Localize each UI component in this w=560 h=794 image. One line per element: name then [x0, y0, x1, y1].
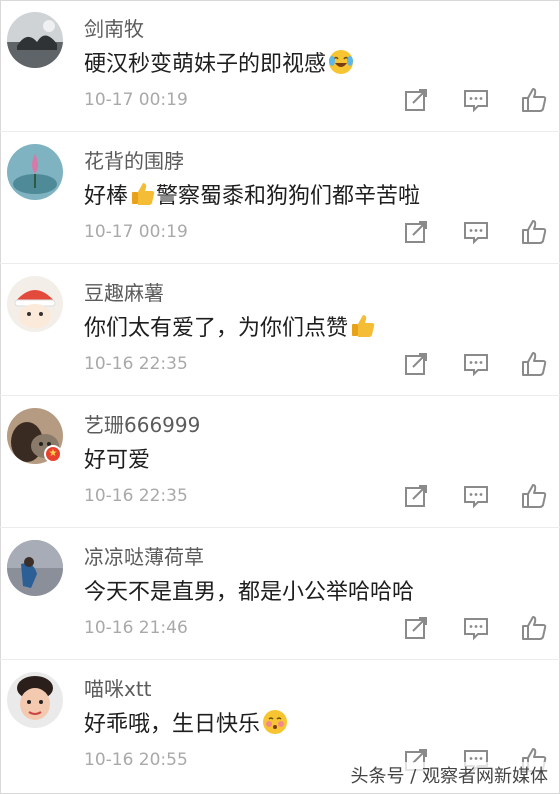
- like-icon[interactable]: [520, 218, 548, 246]
- repost-icon[interactable]: [402, 218, 430, 246]
- timestamp: 10-16 22:35: [84, 354, 188, 374]
- avatar[interactable]: [7, 540, 63, 596]
- avatar[interactable]: [7, 12, 63, 68]
- action-bar: [400, 482, 560, 512]
- username[interactable]: 艺珊666999: [84, 409, 200, 438]
- timestamp: 10-16 22:35: [84, 486, 188, 506]
- watermark: 头条号 / 观察者网新媒体: [348, 762, 550, 788]
- like-icon[interactable]: [520, 350, 548, 378]
- timestamp: 10-16 20:55: [84, 750, 188, 770]
- action-bar: [400, 614, 560, 644]
- comment-icon[interactable]: [462, 350, 490, 378]
- comment-item: 豆趣麻薯 你们太有爱了，为你们点赞 10-16 22:35: [0, 264, 560, 396]
- avatar[interactable]: [7, 276, 63, 332]
- comment-text: 好可爱: [84, 448, 151, 473]
- comment-text: 你们太有爱了，为你们点赞: [84, 310, 376, 342]
- username[interactable]: 凉凉哒薄荷草: [84, 541, 204, 570]
- repost-icon[interactable]: [402, 350, 430, 378]
- comment-item: ★ 艺珊666999 好可爱 10-16 22:35: [0, 396, 560, 528]
- repost-icon[interactable]: [402, 482, 430, 510]
- avatar[interactable]: [7, 144, 63, 200]
- comment-item: 剑南牧 硬汉秒变萌妹子的即视感 10-17 00:19: [0, 0, 560, 132]
- like-icon[interactable]: [520, 482, 548, 510]
- username[interactable]: 喵咪xtt: [84, 673, 152, 702]
- comment-item: 凉凉哒薄荷草 今天不是直男，都是小公举哈哈哈 10-16 21:46: [0, 528, 560, 660]
- username[interactable]: 剑南牧: [84, 13, 144, 42]
- timestamp: 10-16 21:46: [84, 618, 188, 638]
- username[interactable]: 豆趣麻薯: [84, 277, 164, 306]
- avatar[interactable]: [7, 672, 63, 728]
- repost-icon[interactable]: [402, 614, 430, 642]
- comment-text: 好乖哦，生日快乐: [84, 706, 288, 738]
- comment-icon[interactable]: [462, 614, 490, 642]
- comment-icon[interactable]: [462, 482, 490, 510]
- comment-icon[interactable]: [462, 86, 490, 114]
- blushing-kiss-emoji: [262, 709, 288, 735]
- verified-star-badge: ★: [44, 445, 62, 463]
- comment-icon[interactable]: [462, 218, 490, 246]
- comment-item: 花背的围脖 好棒 警察蜀黍和狗狗们都辛苦啦 10-17 00:19: [0, 132, 560, 264]
- thumbs-up-emoji: [350, 313, 376, 339]
- action-bar: [400, 350, 560, 380]
- username[interactable]: 花背的围脖: [84, 145, 184, 174]
- action-bar: [400, 218, 560, 248]
- comment-text: 今天不是直男，都是小公举哈哈哈: [84, 580, 415, 605]
- like-icon[interactable]: [520, 86, 548, 114]
- like-icon[interactable]: [520, 614, 548, 642]
- comment-text: 硬汉秒变萌妹子的即视感: [84, 46, 354, 78]
- action-bar: [400, 86, 560, 116]
- comment-text: 好棒 警察蜀黍和狗狗们都辛苦啦: [84, 178, 420, 210]
- timestamp: 10-17 00:19: [84, 90, 188, 110]
- laughing-tears-emoji: [328, 49, 354, 75]
- repost-icon[interactable]: [402, 86, 430, 114]
- timestamp: 10-17 00:19: [84, 222, 188, 242]
- thumbs-up-emoji: [130, 181, 156, 207]
